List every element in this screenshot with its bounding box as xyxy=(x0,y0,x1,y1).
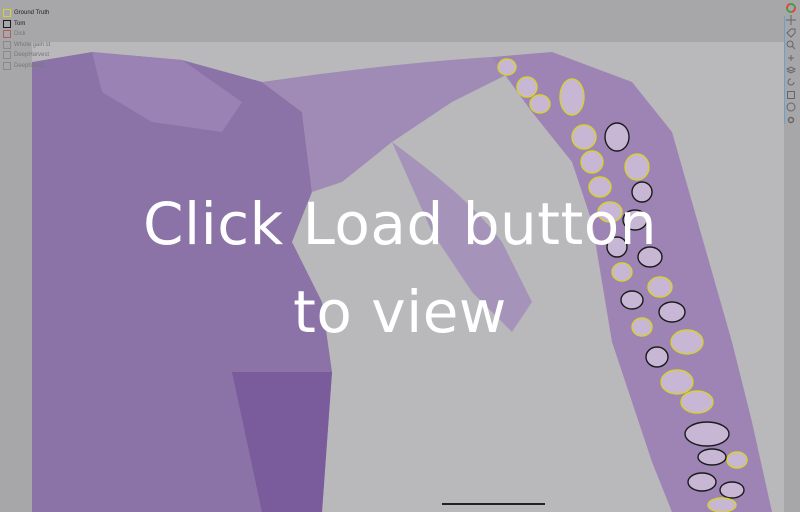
legend-item-whole-gain[interactable]: Whole gain st xyxy=(3,40,50,51)
legend-label: Tom xyxy=(14,20,26,27)
legend-label: Dick xyxy=(14,31,26,38)
settings-icon[interactable] xyxy=(785,114,797,126)
slide-viewer[interactable]: Ground Truth Tom Dick Whole gain st Deep… xyxy=(0,0,800,512)
annotation-legend: Ground Truth Tom Dick Whole gain st Deep… xyxy=(3,8,50,71)
overlay-line-2: to view xyxy=(293,278,507,346)
move-icon[interactable] xyxy=(785,14,797,26)
layers-icon[interactable] xyxy=(785,64,797,76)
legend-label: Ground Truth xyxy=(14,10,50,17)
checkbox-icon[interactable] xyxy=(3,61,11,70)
legend-item-ground-truth[interactable]: Ground Truth xyxy=(3,8,50,19)
load-prompt-overlay: Click Load button to view xyxy=(0,180,800,356)
checkbox-icon[interactable] xyxy=(3,9,11,18)
side-toolbar xyxy=(783,2,799,126)
checkbox-icon[interactable] xyxy=(3,30,11,39)
legend-item-dick[interactable]: Dick xyxy=(3,29,50,40)
save-icon[interactable] xyxy=(785,89,797,101)
color-wheel-icon[interactable] xyxy=(785,2,797,14)
overlay-line-1: Click Load button xyxy=(142,190,658,258)
legend-item-deepharvc[interactable]: DeepharvC xyxy=(3,61,50,72)
tag-icon[interactable] xyxy=(785,27,797,39)
legend-item-tom[interactable]: Tom xyxy=(3,19,50,30)
legend-label: Whole gain st xyxy=(14,41,51,48)
checkbox-icon[interactable] xyxy=(3,19,11,28)
checkbox-icon[interactable] xyxy=(3,51,11,60)
checkbox-icon[interactable] xyxy=(3,40,11,49)
legend-label: DeepharvC xyxy=(14,62,45,69)
help-icon[interactable] xyxy=(785,101,797,113)
point-icon[interactable] xyxy=(785,52,797,64)
rotate-icon[interactable] xyxy=(785,76,797,88)
legend-label: DeepHarvest xyxy=(14,52,50,59)
scale-bar xyxy=(442,503,545,505)
zoom-icon[interactable] xyxy=(785,39,797,51)
legend-item-deepharvest[interactable]: DeepHarvest xyxy=(3,50,50,61)
